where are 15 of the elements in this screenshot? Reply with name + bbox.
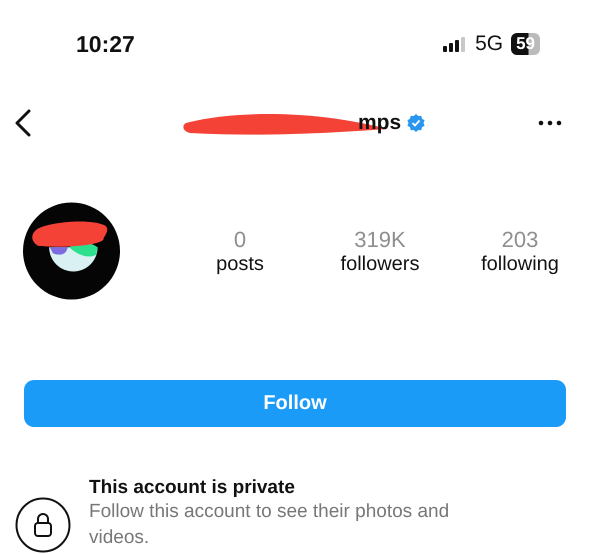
status-time: 10:27 — [76, 30, 135, 58]
network-label: 5G — [475, 32, 504, 56]
private-description: Follow this account to see their photos and videos. — [89, 500, 450, 550]
stat-count: 0 — [234, 226, 246, 252]
back-icon[interactable] — [14, 109, 32, 137]
follow-button[interactable]: Follow — [24, 380, 566, 427]
stat-label: posts — [216, 252, 264, 276]
stat-count: 203 — [502, 226, 538, 252]
stat-count: 319K — [354, 226, 406, 252]
private-title: This account is private — [89, 477, 296, 500]
more-options-icon[interactable] — [538, 120, 562, 126]
signal-icon — [443, 36, 468, 52]
lock-icon — [15, 497, 71, 553]
stat-label: followers — [340, 252, 420, 276]
stat-label: following — [481, 252, 559, 276]
